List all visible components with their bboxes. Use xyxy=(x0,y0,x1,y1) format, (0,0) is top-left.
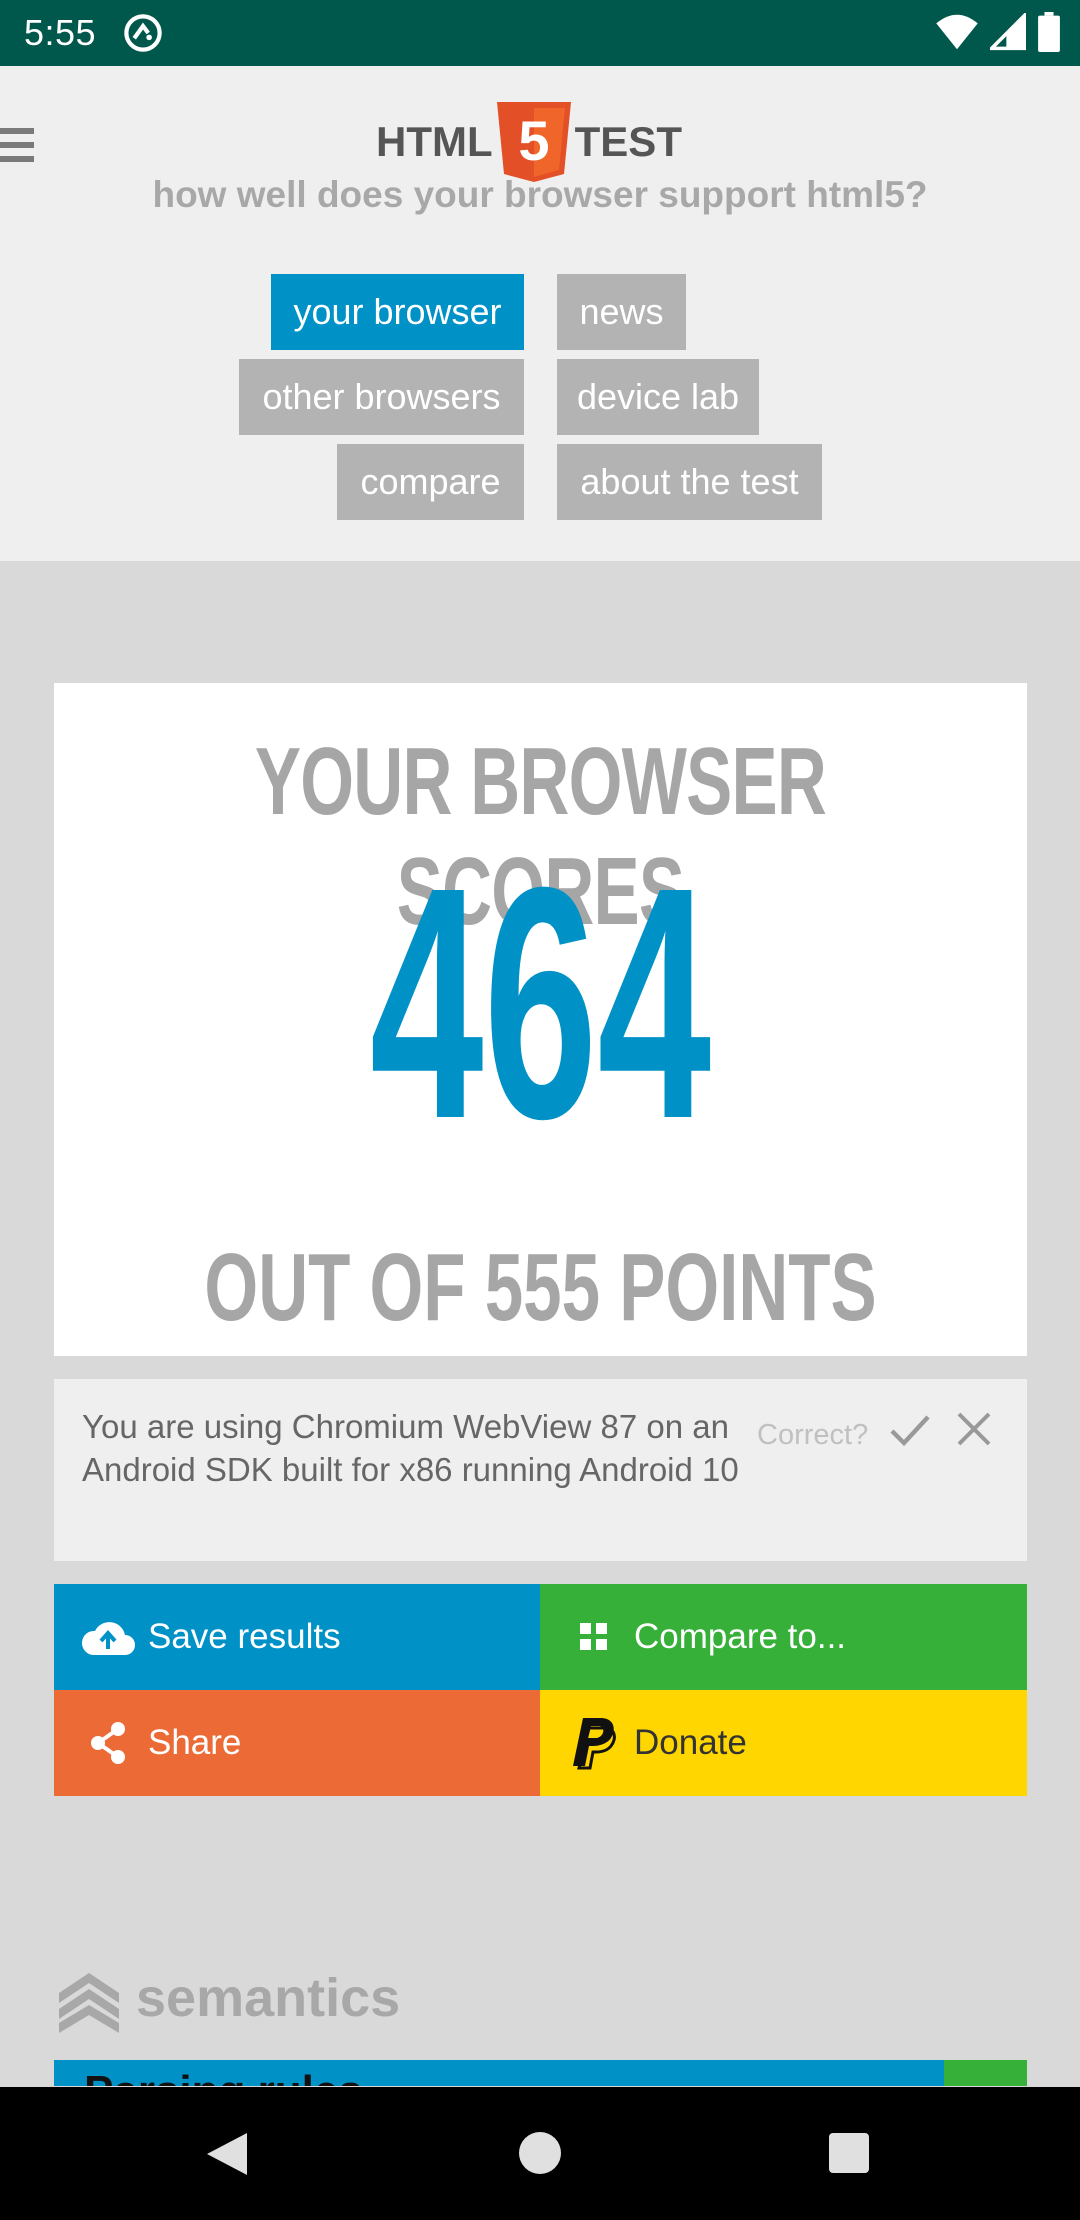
svg-text:5: 5 xyxy=(518,109,549,172)
nav-about-the-test[interactable]: about the test xyxy=(557,444,822,520)
nav-your-browser[interactable]: your browser xyxy=(271,274,524,350)
browser-info-box: You are using Chromium WebView 87 on an … xyxy=(54,1379,1027,1561)
recent-apps-icon[interactable] xyxy=(829,2133,869,2173)
paypal-icon xyxy=(566,1715,622,1771)
cloud-upload-icon xyxy=(80,1609,136,1665)
share-label: Share xyxy=(148,1723,242,1762)
nav-other-browsers[interactable]: other browsers xyxy=(239,359,524,435)
wifi-icon xyxy=(936,14,978,50)
parsing-rules-title: Parsing rules xyxy=(84,2070,363,2087)
battery-icon xyxy=(1038,12,1060,52)
donate-button[interactable]: Donate xyxy=(540,1690,1027,1796)
at-sign-icon xyxy=(124,14,162,52)
section-title: semantics xyxy=(136,1968,401,2028)
save-results-button[interactable]: Save results xyxy=(54,1584,541,1690)
section-semantics: semantics xyxy=(54,1960,400,2036)
parsing-rules-header[interactable]: Parsing rules xyxy=(54,2060,944,2086)
back-icon[interactable] xyxy=(205,2131,249,2177)
site-header: HTML 5 TEST how well does your browser s… xyxy=(0,66,1080,561)
close-icon[interactable] xyxy=(954,1409,994,1449)
tagline: how well does your browser support html5… xyxy=(152,174,928,215)
check-icon[interactable] xyxy=(886,1407,934,1455)
signal-icon xyxy=(990,13,1026,51)
share-button[interactable]: Share xyxy=(54,1690,541,1796)
logo-text-right: TEST xyxy=(574,118,682,165)
logo-text-left: HTML xyxy=(376,118,493,165)
score-max-points: OUT OF 555 POINTS xyxy=(204,1234,877,1341)
nav-news[interactable]: news xyxy=(557,274,686,350)
home-icon[interactable] xyxy=(519,2132,561,2174)
status-bar: 5:55 xyxy=(0,0,1080,66)
layers-icon xyxy=(59,1973,119,2033)
nav-device-lab[interactable]: device lab xyxy=(557,359,759,435)
grid-icon xyxy=(566,1609,622,1665)
score-value: 464 xyxy=(369,818,712,1187)
html5-shield-icon: 5 xyxy=(496,102,571,182)
status-time: 5:55 xyxy=(24,12,97,53)
android-nav-bar xyxy=(0,2087,1080,2220)
share-icon xyxy=(80,1715,136,1771)
parsing-rules-score-badge xyxy=(944,2060,1027,2086)
save-results-label: Save results xyxy=(148,1617,341,1656)
compare-to-button[interactable]: Compare to... xyxy=(540,1584,1027,1690)
donate-label: Donate xyxy=(634,1723,747,1762)
nav-compare[interactable]: compare xyxy=(337,444,524,520)
menu-icon[interactable] xyxy=(0,128,36,162)
score-card: YOUR BROWSER SCORES 464 OUT OF 555 POINT… xyxy=(54,683,1027,1356)
browser-info-text: You are using Chromium WebView 87 on an … xyxy=(82,1408,739,1488)
compare-to-label: Compare to... xyxy=(634,1617,847,1656)
correct-label: Correct? xyxy=(757,1419,869,1451)
status-icons xyxy=(936,12,1060,52)
site-logo[interactable]: HTML 5 TEST xyxy=(376,102,682,182)
